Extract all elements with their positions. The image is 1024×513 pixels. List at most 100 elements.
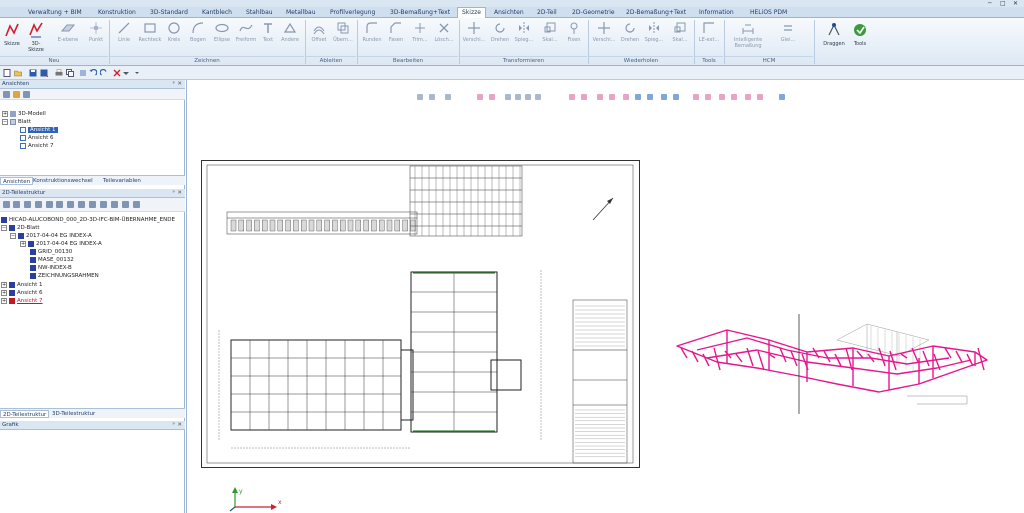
tree-item-eg-index-a-sub[interactable]: +2017-04-04 EG INDEX-A <box>20 240 102 248</box>
view-tool-15-icon[interactable] <box>635 94 641 100</box>
toolbar-btn-10-icon[interactable] <box>100 201 107 208</box>
toolbar-view-icon[interactable] <box>3 91 10 98</box>
bogen-button[interactable]: Bogen <box>186 21 210 43</box>
skizze-button[interactable]: Skizze <box>0 21 24 47</box>
new-file-icon[interactable] <box>3 69 11 77</box>
save-as-icon[interactable] <box>40 69 48 77</box>
close-icon[interactable]: ✕ <box>177 189 182 198</box>
view-tool-14-icon[interactable] <box>623 94 629 100</box>
view-tool-21-icon[interactable] <box>719 94 725 100</box>
view-tool-1-icon[interactable] <box>417 94 423 100</box>
toolbar-btn-3-icon[interactable] <box>24 201 31 208</box>
tree-item-blatt[interactable]: − Blatt <box>2 118 31 126</box>
tab-ansichten-panel[interactable]: Ansichten <box>0 177 34 185</box>
open-folder-icon[interactable] <box>14 69 22 77</box>
properties-icon[interactable] <box>79 69 87 77</box>
punkt-button[interactable]: Punkt <box>84 21 108 43</box>
view-tool-10-icon[interactable] <box>569 94 575 100</box>
view-tool-18-icon[interactable] <box>673 94 679 100</box>
le-ext-button[interactable]: LE-ext... <box>697 21 721 43</box>
view-tool-17-icon[interactable] <box>661 94 667 100</box>
tree-item-ansicht-1[interactable]: Ansicht 1 <box>20 126 58 134</box>
toolbar-btn-2-icon[interactable] <box>13 201 20 208</box>
tab-helios-pdm[interactable]: HELiOS PDM <box>750 8 787 18</box>
runden-button[interactable]: Runden <box>360 21 384 43</box>
copy-icon[interactable] <box>66 69 74 77</box>
toolbar-btn-9-icon[interactable] <box>89 201 96 208</box>
tools-button[interactable]: Tools <box>848 21 872 47</box>
verschieben2-button[interactable]: Verschi... <box>592 21 616 43</box>
tree-item-grid[interactable]: GRID_00130 <box>30 248 72 256</box>
undo-icon[interactable] <box>89 69 97 77</box>
close-button[interactable]: ✕ <box>1013 0 1018 7</box>
gleich-button[interactable]: Glei... <box>776 21 800 43</box>
view-tool-12-icon[interactable] <box>597 94 603 100</box>
view-tool-9-icon[interactable] <box>535 94 541 100</box>
pin-icon[interactable]: ᵖ <box>173 421 175 430</box>
toolbar-options-icon[interactable] <box>23 91 30 98</box>
view-tool-22-icon[interactable] <box>731 94 737 100</box>
tab-2d-bemassung-text[interactable]: 2D-Bemaßung+Text <box>626 8 686 18</box>
close-icon[interactable]: ✕ <box>177 421 182 430</box>
tree-item-root[interactable]: HICAD-ALUCOBOND_000_2D-3D-IFC-BIM-ÜBERNA… <box>1 216 175 224</box>
view-tool-11-icon[interactable] <box>581 94 587 100</box>
andere-button[interactable]: Andere <box>278 21 302 43</box>
close-icon[interactable]: ✕ <box>177 80 182 89</box>
view-tool-20-icon[interactable] <box>705 94 711 100</box>
tree-item-zeichnungsrahmen[interactable]: ZEICHNUNGSRAHMEN <box>30 272 99 280</box>
toolbar-btn-5-icon[interactable] <box>46 201 53 208</box>
verschieben-button[interactable]: Verschi... <box>462 21 486 43</box>
tree-item-3d-modell[interactable]: +3D-Modell <box>2 110 46 118</box>
customize-icon[interactable] <box>133 69 141 77</box>
ebene-button[interactable]: E-ebene <box>56 21 80 43</box>
tree-item-2d-blatt[interactable]: −2D-Blatt <box>1 224 40 232</box>
undo-view-icon[interactable] <box>445 94 451 100</box>
tab-profilverlegung[interactable]: Profilverlegung <box>330 8 375 18</box>
toolbar-btn-13-icon[interactable] <box>133 201 140 208</box>
pin-icon[interactable]: ᵖ <box>173 189 175 198</box>
view-tool-23-icon[interactable] <box>745 94 751 100</box>
tab-2d-geometrie[interactable]: 2D-Geometrie <box>572 8 615 18</box>
view-tool-7-icon[interactable] <box>515 94 521 100</box>
tab-stahlbau[interactable]: Stahlbau <box>246 8 273 18</box>
draggen-button[interactable]: Draggen <box>822 21 846 47</box>
tab-teilevariablen[interactable]: Teilevariablen <box>103 177 141 185</box>
tree-item-ansicht-7b[interactable]: + Ansicht 7 <box>1 297 43 305</box>
view-tool-4-icon[interactable] <box>477 94 483 100</box>
uebernehmen-button[interactable]: Übern... <box>331 21 355 43</box>
tab-2d-teilestruktur[interactable]: 2D-Teilestruktur <box>0 410 50 418</box>
3d-skizze-button[interactable]: 3D-Skizze <box>24 21 48 53</box>
view-tool-2-icon[interactable] <box>429 94 435 100</box>
freiform-button[interactable]: Freiform <box>234 21 258 43</box>
toolbar-refresh-icon[interactable] <box>13 91 20 98</box>
drawing-canvas[interactable]: y x <box>186 80 1024 513</box>
tree-item-ansicht-1b[interactable]: + Ansicht 1 <box>1 281 43 289</box>
view-tool-16-icon[interactable] <box>647 94 653 100</box>
loeschen-button[interactable]: Lösch... <box>432 21 456 43</box>
skalieren2-button[interactable]: Skal... <box>668 21 692 43</box>
tab-information[interactable]: Information <box>699 8 734 18</box>
tab-kantblech[interactable]: Kantblech <box>202 8 232 18</box>
maximize-button[interactable]: □ <box>1000 0 1006 7</box>
toolbar-btn-1-icon[interactable] <box>3 201 10 208</box>
tab-3d-standard[interactable]: 3D-Standard <box>150 8 188 18</box>
view-tool-24-icon[interactable] <box>757 94 763 100</box>
toolbar-btn-8-icon[interactable] <box>78 201 85 208</box>
tab-skizze[interactable]: Skizze <box>457 7 486 18</box>
spiegeln-button[interactable]: Spieg... <box>512 21 536 43</box>
filter-icon[interactable] <box>779 94 785 100</box>
tree-item-ansicht-6[interactable]: Ansicht 6 <box>20 134 54 142</box>
linie-button[interactable]: Linie <box>112 21 136 43</box>
tree-item-ansicht-7[interactable]: Ansicht 7 <box>20 142 54 150</box>
toolbar-btn-7-icon[interactable] <box>67 201 74 208</box>
save-icon[interactable] <box>29 69 37 77</box>
drehen2-button[interactable]: Drehen <box>618 21 642 43</box>
tab-metallbau[interactable]: Metallbau <box>286 8 316 18</box>
ellipse-button[interactable]: Ellipse <box>210 21 234 43</box>
tree-item-nw-index-b[interactable]: NW-INDEX-B <box>30 264 72 272</box>
minimize-button[interactable]: ─ <box>988 0 992 7</box>
fasen-button[interactable]: Fasen <box>384 21 408 43</box>
rechteck-button[interactable]: Rechteck <box>138 21 162 43</box>
tab-3d-bemassung-text[interactable]: 3D-Bemaßung+Text <box>390 8 450 18</box>
tab-3d-teilestruktur[interactable]: 3D-Teilestruktur <box>52 410 95 418</box>
